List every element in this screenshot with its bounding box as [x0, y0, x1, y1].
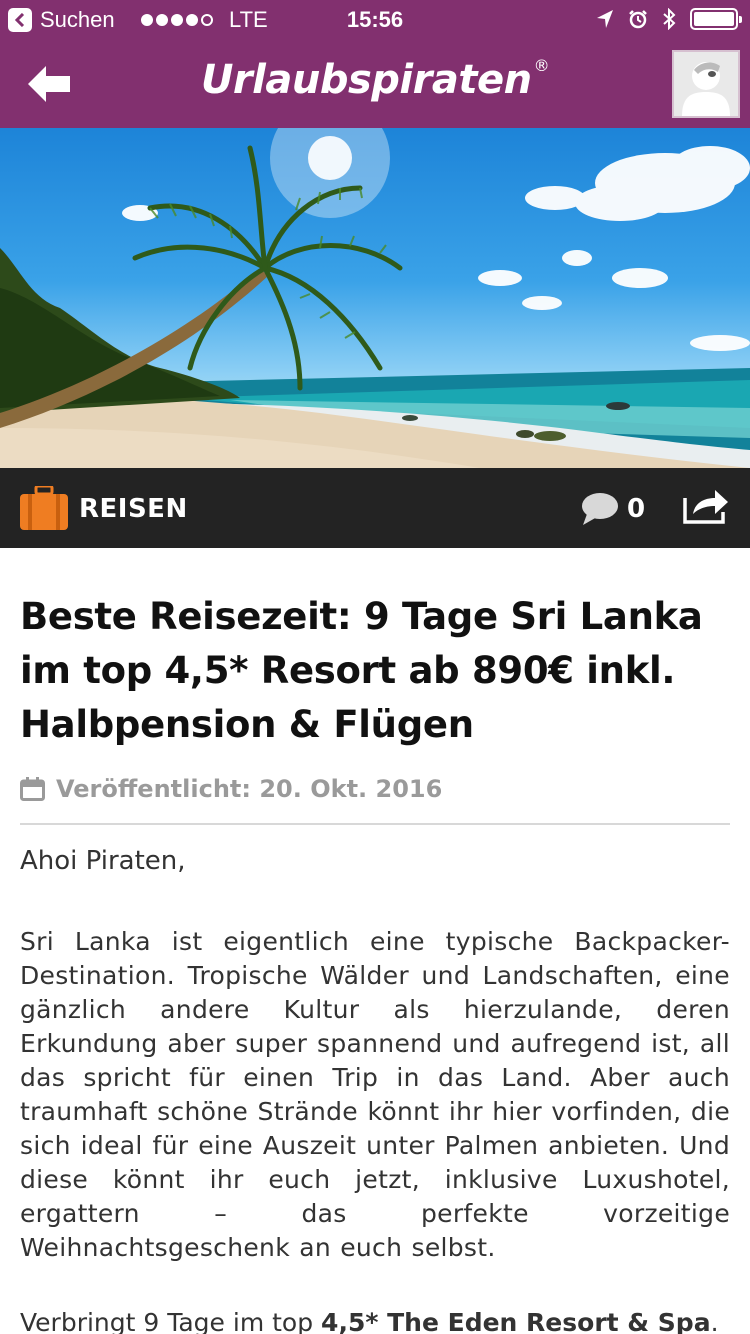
hotel-name: 4,5* The Eden Resort & Spa [321, 1308, 711, 1334]
divider [20, 823, 730, 825]
calendar-icon [20, 777, 45, 801]
location-arrow-icon [597, 10, 613, 28]
hero-image [0, 128, 750, 468]
publish-date: Veröffentlicht: 20. Okt. 2016 [56, 775, 443, 803]
bluetooth-icon [663, 8, 676, 30]
registered-mark: ® [533, 56, 550, 75]
brand-logo: Urlaubspiraten ® [0, 56, 750, 103]
share-icon[interactable] [683, 488, 729, 524]
article-paragraph-2: Verbringt 9 Tage im top 4,5* The Eden Re… [20, 1306, 750, 1334]
suitcase-icon [20, 486, 68, 530]
comment-count[interactable]: 0 [627, 494, 645, 524]
article-paragraph: Sri Lanka ist eigentlich eine typische B… [20, 927, 730, 1262]
tropical-beach-illustration [0, 128, 750, 468]
user-avatar-icon[interactable] [672, 50, 740, 118]
article-greeting: Ahoi Piraten, [20, 846, 186, 876]
alarm-icon [629, 10, 647, 29]
status-bar: Suchen LTE 15:56 [0, 0, 750, 40]
publish-date-row: Veröffentlicht: 20. Okt. 2016 [20, 774, 442, 804]
paragraph-2-end: . [710, 1308, 719, 1334]
paragraph-2-start: Verbringt 9 Tage im top [20, 1308, 322, 1334]
category-label[interactable]: REISEN [79, 494, 188, 524]
article-title: Beste Reisezeit: 9 Tage Sri Lanka im top… [20, 595, 703, 746]
brand-name: Urlaubspiraten [200, 57, 532, 103]
comment-icon[interactable] [581, 492, 619, 526]
category-bar: REISEN 0 [0, 468, 750, 548]
battery-icon [690, 8, 742, 30]
nav-bar: Urlaubspiraten ® [0, 40, 750, 128]
